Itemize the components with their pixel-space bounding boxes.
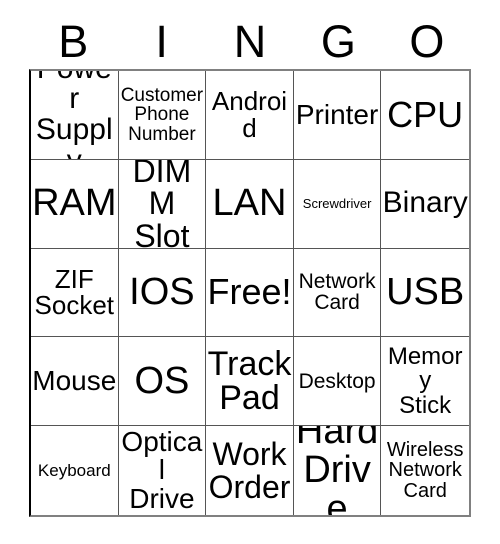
bingo-cell-label: Memory Stick [387,342,463,419]
bingo-cell-label: Free! [207,271,292,313]
bingo-cell[interactable]: Binary [381,159,469,249]
bingo-cell-label: RAM [32,182,117,225]
bingo-cell-label: USB [386,271,465,314]
bingo-cell-label: Binary [382,186,468,220]
bingo-cell-label: Power Supply [35,71,113,159]
bingo-cell-label: OS [134,359,190,402]
bingo-cell[interactable]: Hard Drive [293,426,382,515]
bingo-cell[interactable]: DIMM Slot [118,159,207,249]
bingo-cell-label: CPU [387,93,464,135]
bingo-grid: Power SupplyCustomer Phone NumberAndroid… [29,69,471,517]
bingo-cell[interactable]: Desktop [293,337,382,427]
bingo-cell-label: Track Pad [207,344,292,418]
bingo-cell-label: Customer Phone Number [120,84,204,145]
bingo-cell[interactable]: Keyboard [31,426,119,515]
bingo-cell-label: Desktop [298,369,376,393]
bingo-cell-label: Android [211,86,288,143]
bingo-cell-label: LAN [212,182,287,225]
bingo-cell[interactable]: CPU [381,71,469,160]
bingo-card: B I N G O Power SupplyCustomer Phone Num… [0,0,500,544]
bingo-cell[interactable]: OS [118,337,207,427]
bingo-cell-label: ZIF Socket [34,263,115,321]
bingo-cell[interactable]: IOS [118,248,207,338]
bingo-cell[interactable]: RAM [31,159,119,249]
bingo-cell[interactable]: Work Order [206,426,294,515]
bingo-header-letter-b: B [58,15,89,67]
bingo-cell[interactable]: Android [206,71,294,160]
bingo-cell[interactable]: ZIF Socket [31,248,119,338]
bingo-header-letter-g: G [320,15,356,67]
bingo-cell-label: Printer [295,98,379,130]
bingo-cell[interactable]: LAN [206,159,294,249]
bingo-header-letter-o: O [409,15,445,67]
bingo-cell[interactable]: Track Pad [206,337,294,427]
bingo-cell[interactable]: Wireless Network Card [381,426,469,515]
bingo-cell[interactable]: Customer Phone Number [118,71,207,160]
bingo-cell[interactable]: Power Supply [31,71,119,160]
bingo-cell-label: Keyboard [37,460,111,480]
bingo-cell-label: Mouse [32,365,117,397]
bingo-cell-label: IOS [129,271,195,314]
bingo-cell[interactable]: Printer [293,71,382,160]
bingo-cell-label: Work Order [208,435,291,505]
bingo-cell-label: DIMM Slot [132,159,192,249]
bingo-cell-label: Network Card [298,270,376,315]
bingo-cell[interactable]: USB [381,248,469,338]
bingo-cell[interactable]: Memory Stick [381,337,469,427]
bingo-cell[interactable]: Screwdriver [293,159,382,249]
bingo-cell[interactable]: Network Card [293,248,382,338]
bingo-header-letter-n: N [233,15,267,67]
bingo-cell[interactable]: Mouse [31,337,119,427]
bingo-cell-label: Wireless Network Card [386,439,464,502]
bingo-cell-label: Screwdriver [302,196,372,212]
bingo-cell[interactable]: Free! [206,248,294,338]
bingo-cell[interactable]: Optical Drive [118,426,207,515]
bingo-cell-label: Optical Drive [121,426,203,514]
bingo-header-letters: B I N G O [29,14,471,68]
bingo-header-letter-i: I [155,15,168,67]
bingo-cell-label: Hard Drive [295,426,379,515]
